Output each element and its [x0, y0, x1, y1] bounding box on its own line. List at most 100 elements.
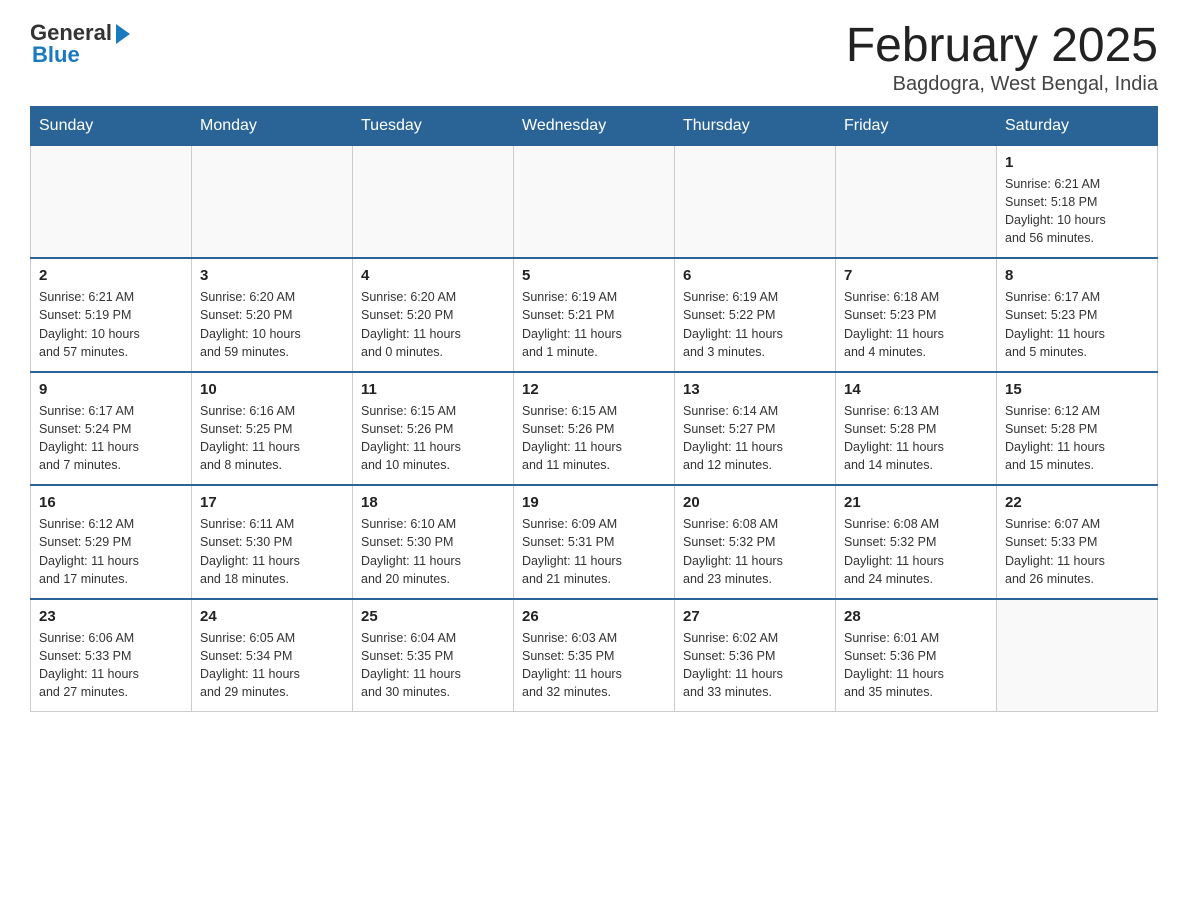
calendar-cell: 20 Sunrise: 6:08 AMSunset: 5:32 PMDayligh… — [675, 485, 836, 599]
day-info: Sunrise: 6:14 AMSunset: 5:27 PMDaylight:… — [683, 402, 827, 475]
calendar-cell — [353, 145, 514, 258]
calendar-cell: 16 Sunrise: 6:12 AMSunset: 5:29 PMDayligh… — [31, 485, 192, 599]
calendar-cell: 4 Sunrise: 6:20 AMSunset: 5:20 PMDaylight… — [353, 258, 514, 372]
logo-arrow-icon — [116, 24, 130, 44]
day-info: Sunrise: 6:17 AMSunset: 5:24 PMDaylight:… — [39, 402, 183, 475]
calendar-cell: 3 Sunrise: 6:20 AMSunset: 5:20 PMDaylight… — [192, 258, 353, 372]
day-number: 27 — [683, 608, 827, 625]
day-info: Sunrise: 6:20 AMSunset: 5:20 PMDaylight:… — [361, 288, 505, 361]
day-number: 23 — [39, 608, 183, 625]
day-info: Sunrise: 6:01 AMSunset: 5:36 PMDaylight:… — [844, 629, 988, 702]
day-number: 7 — [844, 267, 988, 284]
day-info: Sunrise: 6:04 AMSunset: 5:35 PMDaylight:… — [361, 629, 505, 702]
day-info: Sunrise: 6:21 AMSunset: 5:18 PMDaylight:… — [1005, 175, 1149, 248]
calendar-title: February 2025 — [846, 20, 1158, 73]
logo-blue-text: Blue — [32, 42, 80, 68]
calendar-body: 1Sunrise: 6:21 AMSunset: 5:18 PMDaylight… — [31, 145, 1158, 712]
calendar-cell: 1Sunrise: 6:21 AMSunset: 5:18 PMDaylight… — [997, 145, 1158, 258]
day-number: 2 — [39, 267, 183, 284]
calendar-week-3: 16 Sunrise: 6:12 AMSunset: 5:29 PMDayligh… — [31, 485, 1158, 599]
day-number: 3 — [200, 267, 344, 284]
day-number: 15 — [1005, 381, 1149, 398]
calendar-cell: 10Sunrise: 6:16 AMSunset: 5:25 PMDayligh… — [192, 372, 353, 486]
title-block: February 2025 Bagdogra, West Bengal, Ind… — [846, 20, 1158, 96]
day-info: Sunrise: 6:20 AMSunset: 5:20 PMDaylight:… — [200, 288, 344, 361]
day-info: Sunrise: 6:06 AMSunset: 5:33 PMDaylight:… — [39, 629, 183, 702]
day-info: Sunrise: 6:18 AMSunset: 5:23 PMDaylight:… — [844, 288, 988, 361]
day-number: 4 — [361, 267, 505, 284]
calendar-cell: 6Sunrise: 6:19 AMSunset: 5:22 PMDaylight… — [675, 258, 836, 372]
day-number: 8 — [1005, 267, 1149, 284]
calendar-cell: 27 Sunrise: 6:02 AMSunset: 5:36 PMDayligh… — [675, 599, 836, 712]
day-number: 24 — [200, 608, 344, 625]
logo: General Blue — [30, 20, 130, 68]
calendar-table: SundayMondayTuesdayWednesdayThursdayFrid… — [30, 106, 1158, 713]
day-number: 17 — [200, 494, 344, 511]
calendar-week-0: 1Sunrise: 6:21 AMSunset: 5:18 PMDaylight… — [31, 145, 1158, 258]
day-info: Sunrise: 6:12 AMSunset: 5:28 PMDaylight:… — [1005, 402, 1149, 475]
day-number: 16 — [39, 494, 183, 511]
calendar-cell — [514, 145, 675, 258]
day-number: 5 — [522, 267, 666, 284]
day-header-wednesday: Wednesday — [514, 106, 675, 145]
calendar-week-1: 2 Sunrise: 6:21 AMSunset: 5:19 PMDaylight… — [31, 258, 1158, 372]
day-number: 22 — [1005, 494, 1149, 511]
day-info: Sunrise: 6:13 AMSunset: 5:28 PMDaylight:… — [844, 402, 988, 475]
day-info: Sunrise: 6:02 AMSunset: 5:36 PMDaylight:… — [683, 629, 827, 702]
calendar-cell: 18Sunrise: 6:10 AMSunset: 5:30 PMDayligh… — [353, 485, 514, 599]
calendar-header: SundayMondayTuesdayWednesdayThursdayFrid… — [31, 106, 1158, 145]
day-info: Sunrise: 6:19 AMSunset: 5:22 PMDaylight:… — [683, 288, 827, 361]
calendar-cell: 9Sunrise: 6:17 AMSunset: 5:24 PMDaylight… — [31, 372, 192, 486]
day-info: Sunrise: 6:03 AMSunset: 5:35 PMDaylight:… — [522, 629, 666, 702]
day-header-saturday: Saturday — [997, 106, 1158, 145]
day-header-friday: Friday — [836, 106, 997, 145]
day-number: 21 — [844, 494, 988, 511]
day-number: 25 — [361, 608, 505, 625]
page-header: General Blue February 2025 Bagdogra, Wes… — [30, 20, 1158, 96]
day-number: 20 — [683, 494, 827, 511]
day-info: Sunrise: 6:15 AMSunset: 5:26 PMDaylight:… — [361, 402, 505, 475]
day-info: Sunrise: 6:08 AMSunset: 5:32 PMDaylight:… — [844, 515, 988, 588]
calendar-cell: 24Sunrise: 6:05 AMSunset: 5:34 PMDayligh… — [192, 599, 353, 712]
calendar-cell — [31, 145, 192, 258]
day-number: 18 — [361, 494, 505, 511]
calendar-cell: 22 Sunrise: 6:07 AMSunset: 5:33 PMDayligh… — [997, 485, 1158, 599]
calendar-cell: 26 Sunrise: 6:03 AMSunset: 5:35 PMDayligh… — [514, 599, 675, 712]
day-number: 12 — [522, 381, 666, 398]
day-header-thursday: Thursday — [675, 106, 836, 145]
calendar-cell — [675, 145, 836, 258]
calendar-week-2: 9Sunrise: 6:17 AMSunset: 5:24 PMDaylight… — [31, 372, 1158, 486]
day-info: Sunrise: 6:12 AMSunset: 5:29 PMDaylight:… — [39, 515, 183, 588]
day-header-tuesday: Tuesday — [353, 106, 514, 145]
day-info: Sunrise: 6:08 AMSunset: 5:32 PMDaylight:… — [683, 515, 827, 588]
calendar-subtitle: Bagdogra, West Bengal, India — [846, 73, 1158, 96]
day-number: 14 — [844, 381, 988, 398]
day-info: Sunrise: 6:19 AMSunset: 5:21 PMDaylight:… — [522, 288, 666, 361]
calendar-week-4: 23 Sunrise: 6:06 AMSunset: 5:33 PMDayligh… — [31, 599, 1158, 712]
day-info: Sunrise: 6:17 AMSunset: 5:23 PMDaylight:… — [1005, 288, 1149, 361]
day-number: 19 — [522, 494, 666, 511]
day-number: 26 — [522, 608, 666, 625]
day-info: Sunrise: 6:21 AMSunset: 5:19 PMDaylight:… — [39, 288, 183, 361]
calendar-cell: 23 Sunrise: 6:06 AMSunset: 5:33 PMDayligh… — [31, 599, 192, 712]
calendar-cell: 17 Sunrise: 6:11 AMSunset: 5:30 PMDayligh… — [192, 485, 353, 599]
calendar-cell: 25 Sunrise: 6:04 AMSunset: 5:35 PMDayligh… — [353, 599, 514, 712]
day-header-row: SundayMondayTuesdayWednesdayThursdayFrid… — [31, 106, 1158, 145]
calendar-cell: 19Sunrise: 6:09 AMSunset: 5:31 PMDayligh… — [514, 485, 675, 599]
day-info: Sunrise: 6:15 AMSunset: 5:26 PMDaylight:… — [522, 402, 666, 475]
calendar-cell — [997, 599, 1158, 712]
day-info: Sunrise: 6:11 AMSunset: 5:30 PMDaylight:… — [200, 515, 344, 588]
day-info: Sunrise: 6:07 AMSunset: 5:33 PMDaylight:… — [1005, 515, 1149, 588]
day-number: 13 — [683, 381, 827, 398]
day-header-sunday: Sunday — [31, 106, 192, 145]
day-number: 11 — [361, 381, 505, 398]
day-header-monday: Monday — [192, 106, 353, 145]
calendar-cell: 8 Sunrise: 6:17 AMSunset: 5:23 PMDaylight… — [997, 258, 1158, 372]
calendar-cell: 5 Sunrise: 6:19 AMSunset: 5:21 PMDaylight… — [514, 258, 675, 372]
calendar-cell: 2 Sunrise: 6:21 AMSunset: 5:19 PMDaylight… — [31, 258, 192, 372]
calendar-cell: 13 Sunrise: 6:14 AMSunset: 5:27 PMDayligh… — [675, 372, 836, 486]
calendar-cell: 7 Sunrise: 6:18 AMSunset: 5:23 PMDaylight… — [836, 258, 997, 372]
calendar-cell: 12 Sunrise: 6:15 AMSunset: 5:26 PMDayligh… — [514, 372, 675, 486]
calendar-cell — [192, 145, 353, 258]
calendar-cell: 21 Sunrise: 6:08 AMSunset: 5:32 PMDayligh… — [836, 485, 997, 599]
